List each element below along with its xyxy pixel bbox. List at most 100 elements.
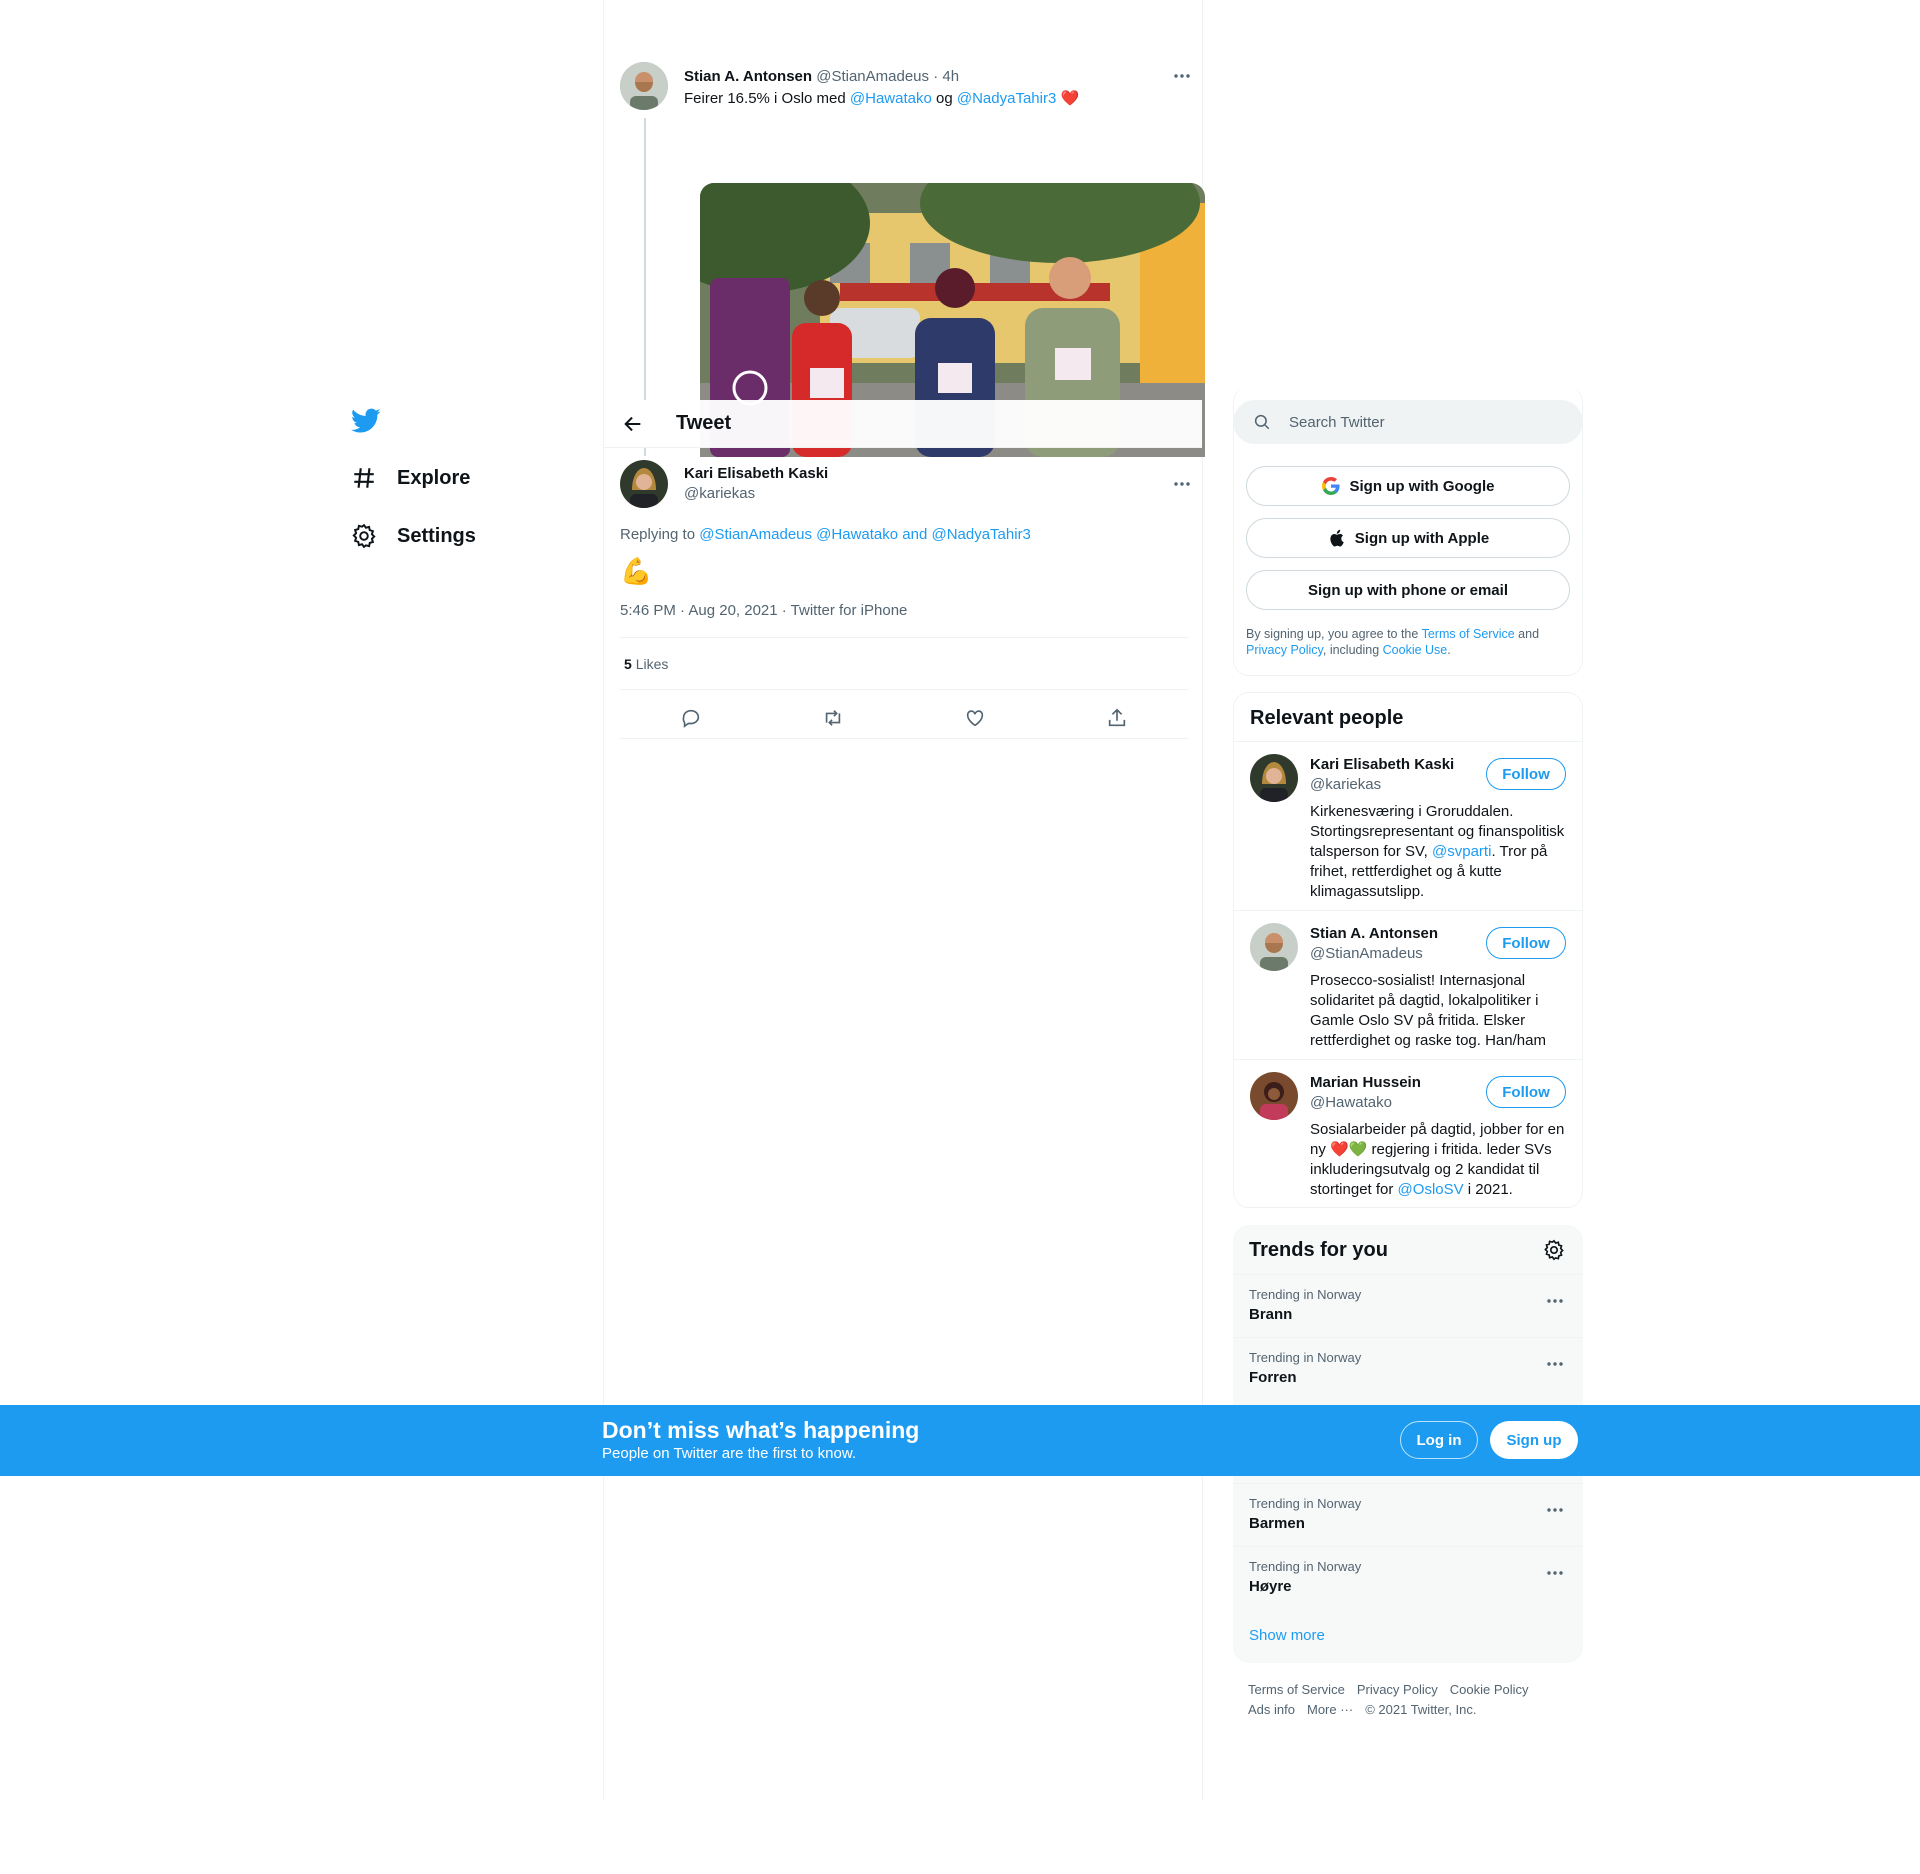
hashtag-icon (354, 468, 374, 488)
parent-tweet-name[interactable]: Stian A. Antonsen (684, 68, 812, 85)
tweet-actions (620, 698, 1188, 738)
bottom-bar-subtitle: People on Twitter are the first to know. (602, 1445, 857, 1462)
person-bio: Sosialarbeider på dagtid, jobber for en … (1310, 1120, 1572, 1200)
mention-hawatako[interactable]: @Hawatako (850, 90, 932, 107)
trend-item[interactable]: Trending in Norway Høyre (1233, 1546, 1583, 1609)
more-options-icon[interactable] (1543, 1356, 1567, 1372)
person-bio: Prosecco-sosialist! Internasjonal solida… (1310, 971, 1572, 1051)
main-column: Stian A. Antonsen @StianAmadeus · 4h Fei… (603, 0, 1205, 1800)
signup-button[interactable]: Sign up (1490, 1421, 1578, 1459)
footer-cookie[interactable]: Cookie Policy (1450, 1682, 1529, 1697)
bio-mention-oslosv[interactable]: @OsloSV (1398, 1181, 1464, 1198)
nav-settings[interactable]: Settings (351, 516, 476, 556)
avatar-kari-image (1250, 754, 1298, 802)
divider (620, 689, 1188, 690)
retweet-icon[interactable] (822, 707, 844, 729)
gear-icon (352, 523, 376, 549)
avatar-stian[interactable] (620, 62, 668, 110)
avatar-kari[interactable] (1250, 754, 1298, 802)
main-tweet-handle[interactable]: @kariekas (684, 485, 755, 502)
person-card[interactable]: Stian A. Antonsen @StianAmadeus Follow P… (1234, 910, 1582, 1060)
cookie-link[interactable]: Cookie Use (1383, 643, 1448, 657)
more-options-icon[interactable] (1170, 476, 1194, 492)
search-input[interactable] (1289, 400, 1559, 444)
share-icon[interactable] (1106, 707, 1128, 729)
privacy-link[interactable]: Privacy Policy (1246, 643, 1323, 657)
person-name[interactable]: Stian A. Antonsen (1310, 925, 1438, 942)
main-tweet-text: 💪 (620, 556, 653, 586)
bio-mention-svparti[interactable]: @svparti (1432, 843, 1491, 860)
likes-number: 5 (624, 656, 632, 672)
footer-privacy[interactable]: Privacy Policy (1357, 1682, 1438, 1697)
legal-text-part: By signing up, you agree to the (1246, 627, 1422, 641)
trend-item[interactable]: Trending in Norway Brann (1233, 1274, 1583, 1337)
more-options-icon[interactable] (1170, 68, 1194, 84)
more-options-icon[interactable] (1543, 1502, 1567, 1518)
avatar-kari-image (620, 460, 668, 508)
person-name[interactable]: Marian Hussein (1310, 1074, 1421, 1091)
main-tweet-name[interactable]: Kari Elisabeth Kaski (684, 465, 828, 482)
person-bio-text: Prosecco-sosialist! Internasjonal solida… (1310, 972, 1546, 1049)
signup-apple-label: Sign up with Apple (1354, 529, 1490, 547)
back-arrow-icon[interactable] (622, 413, 644, 435)
person-card[interactable]: Marian Hussein @Hawatako Follow Sosialar… (1234, 1059, 1582, 1207)
show-more-link[interactable]: Show more (1249, 1627, 1325, 1644)
follow-button[interactable]: Follow (1486, 1076, 1566, 1108)
legal-text-part: . (1447, 643, 1451, 657)
login-button[interactable]: Log in (1400, 1421, 1478, 1459)
person-card[interactable]: Kari Elisabeth Kaski @kariekas Follow Ki… (1234, 741, 1582, 911)
replying-to: Replying to @StianAmadeus @Hawatako and … (620, 526, 1031, 543)
twitter-logo-icon[interactable] (351, 408, 381, 434)
person-handle[interactable]: @kariekas (1310, 776, 1381, 793)
follow-button[interactable]: Follow (1486, 927, 1566, 959)
mention-nadyatahir3[interactable]: @NadyaTahir3 (957, 90, 1056, 107)
replying-users[interactable]: @StianAmadeus @Hawatako and @NadyaTahir3 (699, 526, 1031, 543)
avatar-marian[interactable] (1250, 1072, 1298, 1120)
parent-tweet-handle[interactable]: @StianAmadeus (816, 68, 929, 85)
reply-icon[interactable] (680, 707, 702, 729)
trend-location: Trending in Norway (1249, 1559, 1362, 1574)
signup-apple-button[interactable]: Sign up with Apple (1246, 518, 1570, 558)
avatar-stian[interactable] (1250, 923, 1298, 971)
bottom-signup-bar: Don’t miss what’s happening People on Tw… (0, 1405, 1920, 1476)
footer: Terms of Service Privacy Policy Cookie Pol… (1248, 1680, 1578, 1720)
main-tweet-timestamp[interactable]: 5:46 PM · Aug 20, 2021 · Twitter for iPh… (620, 602, 907, 619)
like-icon[interactable] (964, 707, 986, 729)
search-icon (1254, 414, 1270, 430)
divider (620, 738, 1188, 739)
bottom-bar-title: Don’t miss what’s happening (602, 1417, 920, 1443)
legal-text-part: and (1514, 627, 1540, 641)
trend-item[interactable]: Trending in Norway Barmen (1233, 1483, 1583, 1546)
person-handle[interactable]: @StianAmadeus (1310, 945, 1423, 962)
trend-name: Barmen (1249, 1515, 1305, 1532)
page-title: Tweet (676, 412, 732, 434)
signup-phone-button[interactable]: Sign up with phone or email (1246, 570, 1570, 610)
person-name[interactable]: Kari Elisabeth Kaski (1310, 756, 1454, 773)
parent-tweet-time[interactable]: · 4h (933, 68, 959, 85)
avatar-stian-image (620, 62, 668, 110)
nav-explore[interactable]: Explore (351, 458, 470, 498)
footer-ads[interactable]: Ads info (1248, 1702, 1295, 1717)
likes-count[interactable]: 5 Likes (624, 656, 668, 672)
footer-terms[interactable]: Terms of Service (1248, 1682, 1345, 1697)
signup-google-button[interactable]: Sign up with Google (1246, 466, 1570, 506)
person-bio-text: i 2021. (1463, 1181, 1513, 1198)
trend-name: Brann (1249, 1306, 1293, 1323)
more-options-icon[interactable] (1543, 1565, 1567, 1581)
more-options-icon[interactable] (1543, 1293, 1567, 1309)
parent-tweet-text-part: Feirer 16.5% i Oslo med (684, 90, 850, 107)
trend-location: Trending in Norway (1249, 1496, 1362, 1511)
signup-google-label: Sign up with Google (1349, 477, 1495, 495)
trend-location: Trending in Norway (1249, 1350, 1362, 1365)
trend-item[interactable]: Trending in Norway Forren (1233, 1337, 1583, 1400)
avatar-kari[interactable] (620, 460, 668, 508)
person-handle[interactable]: @Hawatako (1310, 1094, 1392, 1111)
search-bar[interactable] (1233, 400, 1583, 444)
signup-legal-text: By signing up, you agree to the Terms of… (1246, 626, 1572, 658)
gear-icon[interactable] (1543, 1239, 1565, 1261)
footer-more[interactable]: More ··· (1307, 1702, 1353, 1717)
tweet-header: Tweet (604, 400, 1202, 448)
trend-name: Høyre (1249, 1578, 1292, 1595)
follow-button[interactable]: Follow (1486, 758, 1566, 790)
terms-link[interactable]: Terms of Service (1422, 627, 1515, 641)
